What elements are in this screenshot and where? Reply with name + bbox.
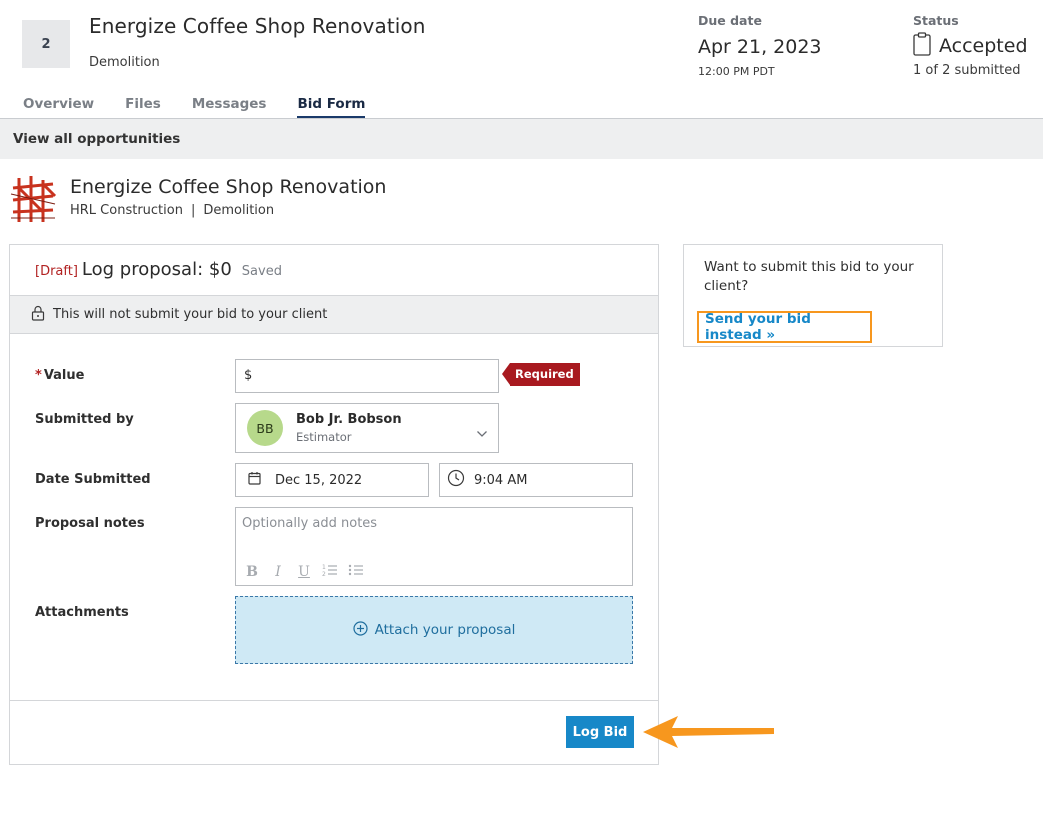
underline-button[interactable]: U xyxy=(296,564,312,580)
time-input[interactable]: 9:04 AM xyxy=(439,463,633,497)
required-star: * xyxy=(35,368,42,383)
value-label: * Value xyxy=(35,368,85,383)
svg-text:2: 2 xyxy=(322,571,326,577)
user-role: Estimator xyxy=(296,430,352,444)
submitted-by-select[interactable]: BB Bob Jr. Bobson Estimator xyxy=(235,403,499,453)
notice-text: This will not submit your bid to your cl… xyxy=(53,307,328,322)
time-value: 9:04 AM xyxy=(474,472,528,488)
due-time-value: 12:00 PM PDT xyxy=(698,65,775,78)
send-bid-prompt: Want to submit this bid to your client? xyxy=(704,259,914,294)
due-date-label: Due date xyxy=(698,13,762,28)
company-logo xyxy=(9,174,57,224)
bullet-list-icon[interactable] xyxy=(348,563,364,581)
status-row: Accepted xyxy=(913,32,1028,60)
opportunity-number: 2 xyxy=(22,20,70,68)
page-subtitle: Demolition xyxy=(89,55,160,70)
notice-bar: This will not submit your bid to your cl… xyxy=(10,295,658,334)
log-proposal-card: [Draft] Log proposal: $0 Saved This will… xyxy=(9,244,659,765)
submitted-by-label: Submitted by xyxy=(35,412,134,427)
send-bid-instead-link[interactable]: Send your bid instead » xyxy=(697,311,872,343)
trade-name: Demolition xyxy=(203,203,275,218)
date-input[interactable]: Dec 15, 2022 xyxy=(235,463,429,497)
date-submitted-label: Date Submitted xyxy=(35,472,151,487)
plus-circle-icon xyxy=(353,620,368,640)
numbered-list-icon[interactable]: 1 2 xyxy=(322,563,338,581)
attachments-label: Attachments xyxy=(35,605,129,620)
footer-divider xyxy=(10,700,658,701)
required-tag: Required xyxy=(502,363,580,386)
status-label: Status xyxy=(913,13,959,28)
svg-text:1: 1 xyxy=(322,564,326,571)
proposal-notes-editor[interactable]: Optionally add notes B I U 1 2 xyxy=(235,507,633,586)
tab-bid-form[interactable]: Bid Form xyxy=(297,96,366,119)
notes-toolbar: B I U 1 2 xyxy=(244,563,364,581)
submission-count: 1 of 2 submitted xyxy=(913,63,1021,78)
date-value: Dec 15, 2022 xyxy=(275,472,363,488)
lock-icon xyxy=(31,305,45,325)
send-bid-card: Want to submit this bid to your client? … xyxy=(683,244,943,347)
page-title: Energize Coffee Shop Renovation xyxy=(89,14,426,38)
meta-separator: | xyxy=(190,203,196,218)
attach-proposal-dropzone[interactable]: Attach your proposal xyxy=(235,596,633,664)
status-value: Accepted xyxy=(939,35,1028,57)
project-meta: HRL Construction | Demolition xyxy=(70,203,274,218)
proposal-notes-label: Proposal notes xyxy=(35,516,145,531)
log-bid-button[interactable]: Log Bid xyxy=(566,716,634,748)
card-title: Log proposal: $0 xyxy=(81,259,232,280)
calendar-icon xyxy=(248,471,261,489)
tab-messages[interactable]: Messages xyxy=(192,96,267,119)
chevron-down-icon xyxy=(476,423,488,442)
tab-overview[interactable]: Overview xyxy=(23,96,94,119)
due-date-value: Apr 21, 2023 xyxy=(698,36,822,58)
draft-tag: [Draft] xyxy=(35,264,78,279)
card-header: [Draft] Log proposal: $0 Saved xyxy=(10,245,658,295)
view-all-opportunities-link[interactable]: View all opportunities xyxy=(0,119,1043,159)
clock-icon xyxy=(447,469,465,491)
bold-button[interactable]: B xyxy=(244,564,260,580)
arrow-left-icon xyxy=(640,712,780,756)
company-name: HRL Construction xyxy=(70,203,183,218)
italic-button[interactable]: I xyxy=(270,564,286,580)
attach-label: Attach your proposal xyxy=(374,622,516,638)
value-input[interactable]: $ xyxy=(235,359,499,393)
user-name: Bob Jr. Bobson xyxy=(296,412,402,427)
clipboard-icon xyxy=(913,32,931,60)
saved-indicator: Saved xyxy=(241,264,282,279)
tab-bar: Overview Files Messages Bid Form xyxy=(23,96,366,119)
avatar: BB xyxy=(247,410,283,446)
tab-files[interactable]: Files xyxy=(125,96,161,119)
project-title: Energize Coffee Shop Renovation xyxy=(70,176,387,198)
notes-placeholder: Optionally add notes xyxy=(242,516,378,531)
